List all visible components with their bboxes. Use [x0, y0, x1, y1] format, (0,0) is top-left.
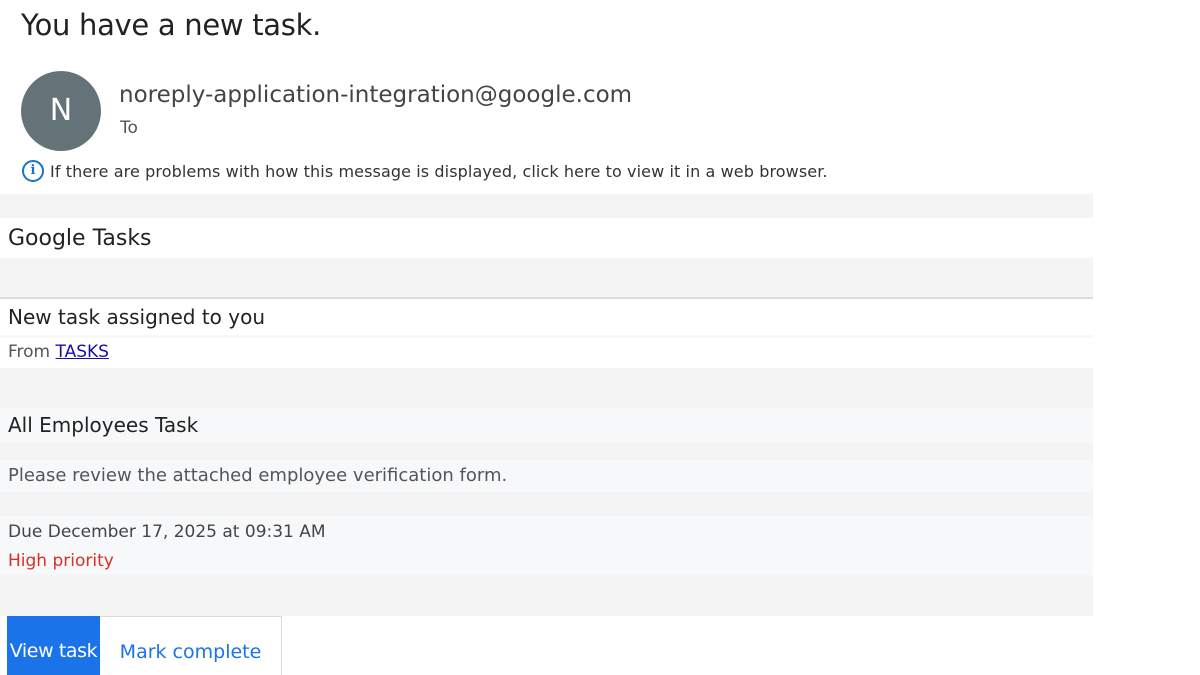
display-problem-text[interactable]: If there are problems with how this mess… — [50, 162, 828, 181]
view-task-button[interactable]: View task — [7, 616, 100, 675]
body-spacer — [0, 368, 1093, 408]
sender-avatar[interactable]: N — [21, 71, 101, 151]
to-label: To — [120, 118, 138, 138]
from-band — [0, 338, 1093, 368]
display-problem-notice[interactable]: i If there are problems with how this me… — [22, 160, 828, 182]
sender-address[interactable]: noreply-application-integration@google.c… — [119, 82, 632, 108]
body-spacer — [0, 492, 1093, 516]
from-row: From TASKS — [8, 342, 109, 362]
body-spacer — [0, 194, 1093, 218]
task-description: Please review the attached employee veri… — [8, 465, 508, 486]
info-icon: i — [22, 160, 44, 182]
task-due-date: Due December 17, 2025 at 09:31 AM — [8, 522, 326, 542]
body-spacer — [0, 442, 1093, 460]
from-link[interactable]: TASKS — [56, 342, 109, 362]
service-title: Google Tasks — [8, 226, 152, 251]
service-header — [0, 218, 1093, 258]
body-spacer — [0, 575, 1093, 616]
notice-title: New task assigned to you — [8, 305, 266, 329]
mark-complete-button[interactable]: Mark complete — [100, 616, 282, 675]
from-label: From — [8, 342, 51, 362]
email-subject: You have a new task. — [21, 8, 321, 42]
body-spacer — [0, 258, 1093, 297]
task-title: All Employees Task — [8, 413, 199, 437]
priority-label: High priority — [8, 551, 114, 571]
email-view: You have a new task. N noreply-applicati… — [0, 0, 1200, 675]
